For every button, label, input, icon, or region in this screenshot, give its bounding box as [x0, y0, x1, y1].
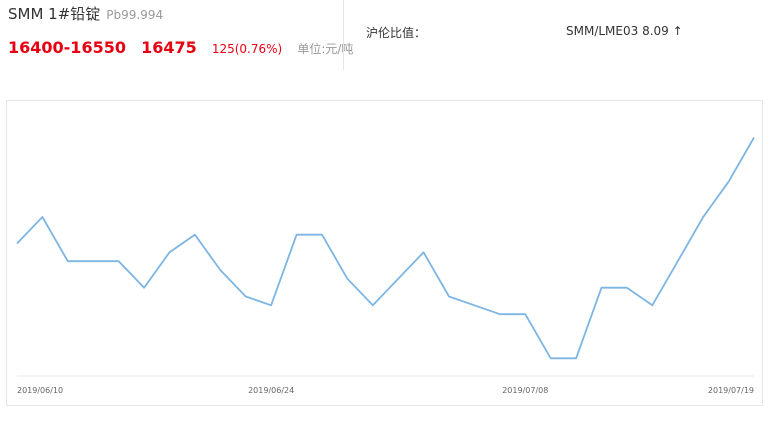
- x-tick-label: 2019/07/08: [502, 386, 548, 395]
- chart-panel: 2019/06/10 2019/06/24 2019/07/08 2019/07/19: [6, 100, 763, 406]
- series-line-0: [16, 137, 755, 360]
- header-divider: [343, 0, 344, 70]
- ratio-label: 沪伦比值：: [366, 26, 427, 40]
- product-title: SMM 1#铅锭 Pb99.994: [8, 3, 163, 24]
- product-name: SMM 1#铅锭: [8, 5, 101, 23]
- ratio-value: SMM/LME03 8.09 ↑: [566, 24, 683, 38]
- price-line-chart: 2019/06/10 2019/06/24 2019/07/08 2019/07/19: [16, 137, 755, 395]
- x-tick-label: 2019/06/10: [17, 386, 63, 395]
- price-change: 125(0.76%): [211, 42, 283, 56]
- price-line: 16400-16550 16475 125(0.76%) 单位:元/吨: [8, 38, 353, 57]
- product-grade: Pb99.994: [106, 8, 164, 22]
- x-tick-label: 2019/07/19: [708, 386, 754, 395]
- x-tick-label: 2019/06/24: [248, 386, 294, 395]
- price-average: 16475: [141, 38, 197, 57]
- price-unit: 单位:元/吨: [297, 42, 354, 56]
- price-header: SMM 1#铅锭 Pb99.994 16400-16550 16475 125(0…: [0, 0, 783, 72]
- price-range: 16400-16550: [8, 38, 126, 57]
